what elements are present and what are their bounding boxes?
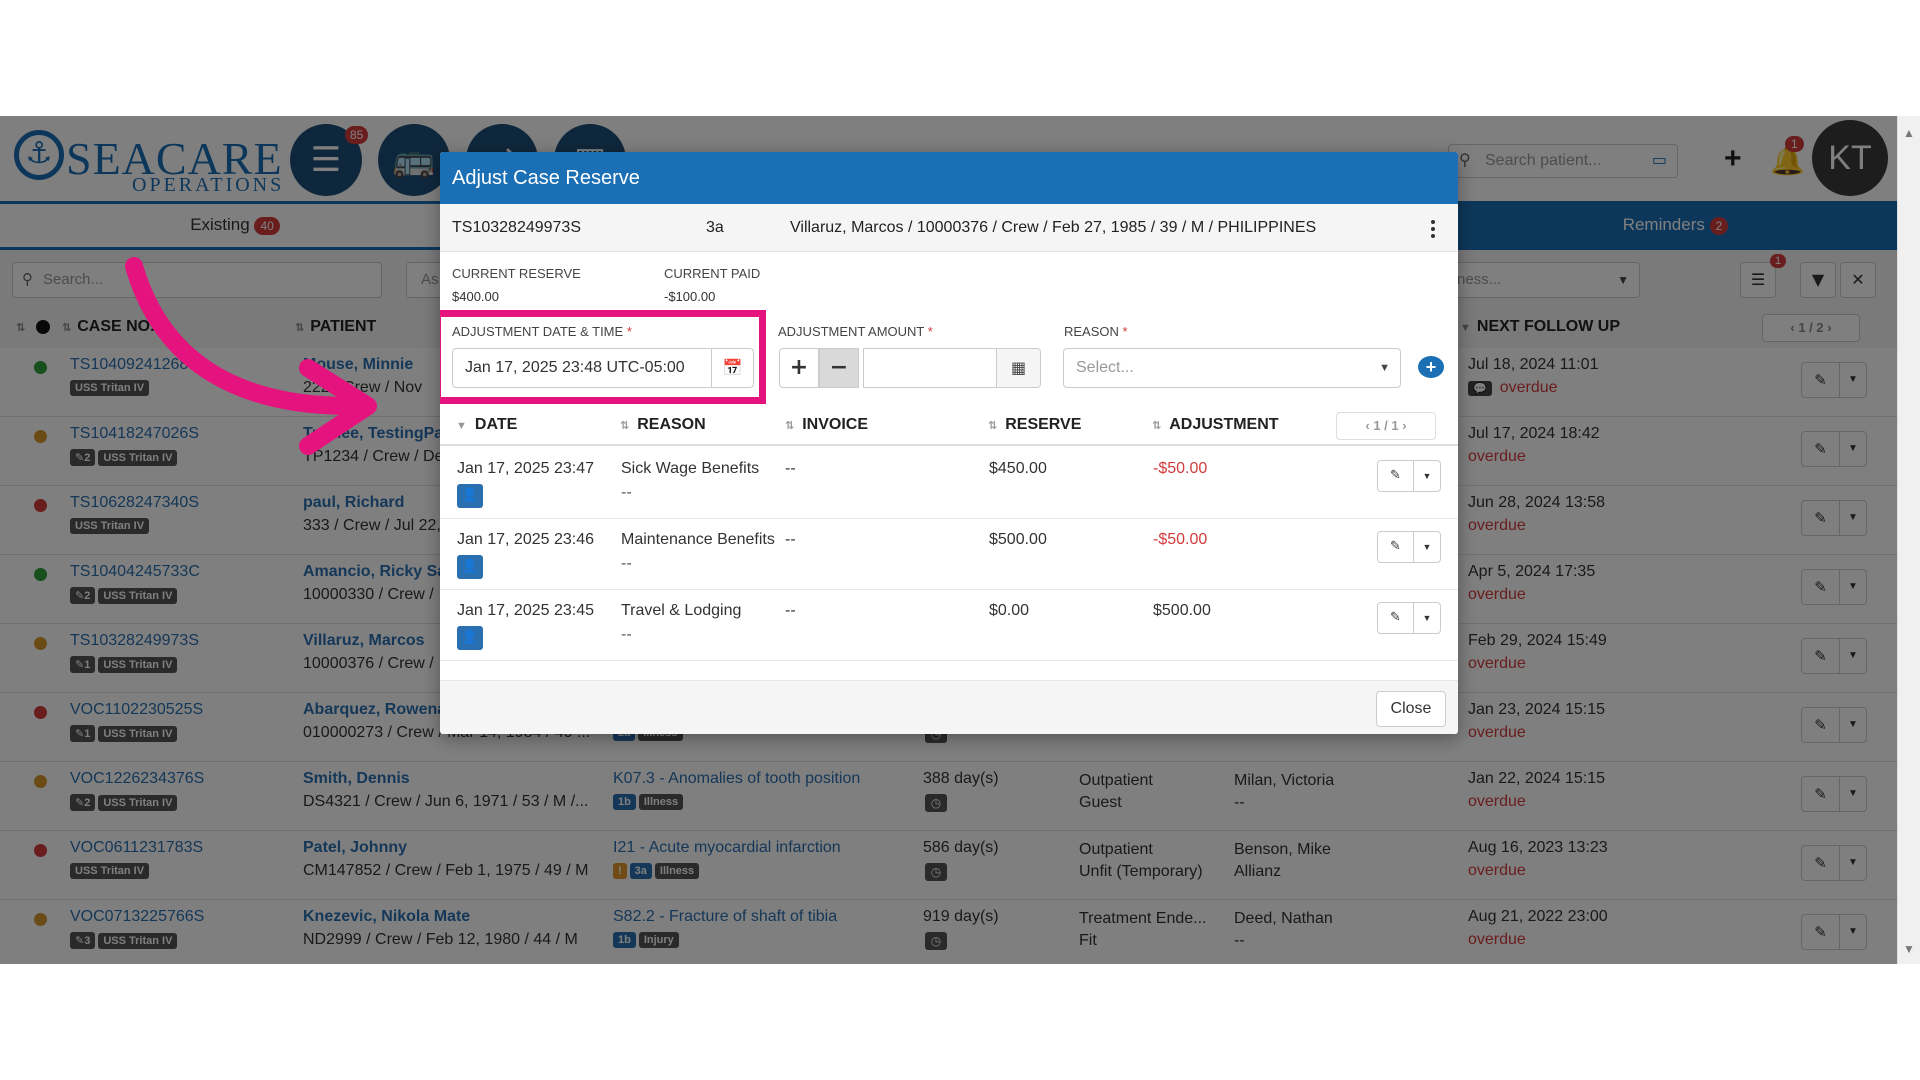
user-icon[interactable]: 👤 [457,484,483,508]
screenshot-area: ⚓ SEACARE OPERATIONS ☰ 85 🚌 ⇄ ▦ ⚲ Search… [0,116,1920,964]
required-mark: * [1122,324,1128,339]
adjustment-actions[interactable]: ✎ ▼ [1377,602,1441,634]
adjust-case-reserve-modal: Adjust Case Reserve TS10328249973S 3a Vi… [440,152,1458,734]
scrollbar[interactable]: ▲ ▼ [1897,116,1920,964]
case-info-bar: TS10328249973S 3a Villaruz, Marcos / 100… [440,204,1458,252]
column-date-label: DATE [474,416,518,433]
chevron-down-icon: ▼ [1379,362,1390,374]
adjustment-reason-note: -- [621,484,632,501]
callout-arrow [125,257,377,455]
adjustment-amount-label: ADJUSTMENT AMOUNT * [778,324,933,339]
adjustment-date: Jan 17, 2025 23:46 [457,531,595,548]
column-reserve-label: RESERVE [1005,416,1082,433]
adjustment-invoice: -- [785,460,796,477]
adjustment-reason: Maintenance Benefits [621,531,775,548]
column-date[interactable]: ▼ DATE [456,416,517,434]
reason-placeholder: Select... [1076,359,1134,376]
adjustments-pager[interactable]: ‹ 1 / 1 › [1336,412,1436,440]
column-reserve[interactable]: ⇅ RESERVE [988,416,1081,434]
pencil-icon[interactable]: ✎ [1378,532,1414,562]
chevron-down-icon[interactable]: ▼ [1414,532,1440,562]
current-reserve-label: CURRENT RESERVE [452,266,581,281]
column-reason-label: REASON [637,416,706,433]
column-invoice[interactable]: ⇅ INVOICE [785,416,868,434]
adjustment-row[interactable]: Jan 17, 2025 23:46 👤 Maintenance Benefits -… [440,519,1458,590]
scroll-up-icon[interactable]: ▲ [1903,126,1915,140]
adjustment-invoice: -- [785,531,796,548]
adjustment-reserve: $450.00 [989,460,1047,477]
column-adjustment[interactable]: ⇅ ADJUSTMENT [1152,416,1279,434]
adjustments-table-header: ▼ DATE ⇅ REASON ⇅ INVOICE ⇅ RESERVE ⇅ ADJUSTM… [440,406,1458,446]
close-button[interactable]: Close [1376,691,1446,727]
case-grade: 3a [706,219,724,236]
adjustment-amount-input[interactable] [863,348,997,388]
adjustment-actions[interactable]: ✎ ▼ [1377,531,1441,563]
adjustment-actions[interactable]: ✎ ▼ [1377,460,1441,492]
adjustment-row[interactable]: Jan 17, 2025 23:45 👤 Travel & Lodging -- -- $… [440,590,1458,661]
calculator-button[interactable]: ▦ [997,348,1041,388]
adjustment-reserve: $500.00 [989,531,1047,548]
pencil-icon[interactable]: ✎ [1378,603,1414,633]
callout-arrow-shaft [125,257,359,415]
adjustment-reason-note: -- [621,555,632,572]
pencil-icon[interactable]: ✎ [1378,461,1414,491]
adjustments-pager-label: 1 / 1 [1373,418,1399,433]
more-options-icon[interactable] [1429,218,1437,240]
decrease-button[interactable]: − [819,348,859,388]
user-icon[interactable]: 👤 [457,555,483,579]
column-invoice-label: INVOICE [802,416,869,433]
case-number: TS10328249973S [452,219,581,236]
column-adjustment-label: ADJUSTMENT [1169,416,1279,433]
increase-button[interactable]: + [779,348,819,388]
calculator-icon: ▦ [1010,358,1027,377]
adjustment-date: Jan 17, 2025 23:45 [457,602,595,619]
reason-label-text: REASON [1064,324,1119,339]
modal-title: Adjust Case Reserve [440,152,1458,204]
adjustment-invoice: -- [785,602,796,619]
current-paid-label: CURRENT PAID [664,266,761,281]
adjustment-reserve: $0.00 [989,602,1030,619]
current-paid-value: -$100.00 [664,289,716,304]
adjustment-amount-label-text: ADJUSTMENT AMOUNT [778,324,925,339]
adjustment-reason: Sick Wage Benefits [621,460,760,477]
highlight-box [440,310,766,404]
adjustment-amount: $500.00 [1153,602,1211,619]
column-reason[interactable]: ⇅ REASON [620,416,706,434]
scroll-down-icon[interactable]: ▼ [1903,942,1915,956]
adjustment-amount: -$50.00 [1153,460,1208,477]
minus-icon: − [829,355,849,380]
adjustment-amount: -$50.00 [1153,531,1208,548]
reason-select[interactable]: Select... ▼ [1063,348,1401,388]
chevron-down-icon[interactable]: ▼ [1414,461,1440,491]
patient-summary: Villaruz, Marcos / 10000376 / Crew / Feb… [790,219,1317,236]
add-reason-button[interactable]: + [1418,356,1444,378]
adjustment-reason: Travel & Lodging [621,602,742,619]
chevron-down-icon[interactable]: ▼ [1414,603,1440,633]
plus-icon: + [789,355,809,380]
adjustment-row[interactable]: Jan 17, 2025 23:47 👤 Sick Wage Benefits -- -… [440,448,1458,519]
adjustment-reason-note: -- [621,626,632,643]
reason-label: REASON * [1064,324,1128,339]
adjustment-date: Jan 17, 2025 23:47 [457,460,595,477]
required-mark: * [927,324,933,339]
current-reserve-value: $400.00 [452,289,499,304]
modal-footer: Close [440,680,1458,734]
user-icon[interactable]: 👤 [457,626,483,650]
